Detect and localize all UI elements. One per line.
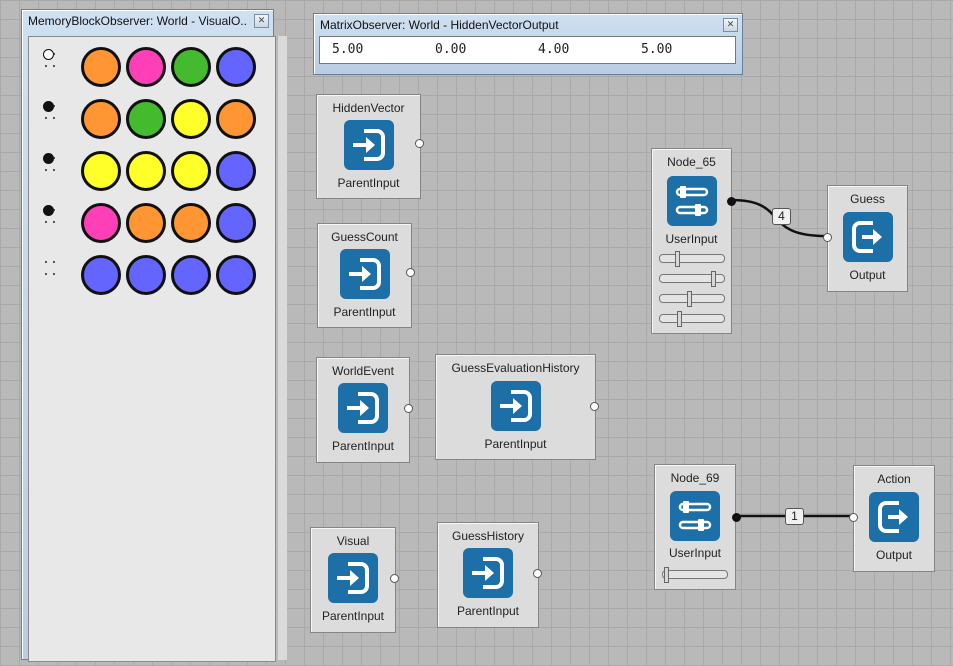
- slider-thumb[interactable]: [711, 271, 716, 287]
- node-name: Guess: [850, 192, 885, 206]
- node-name: WorldEvent: [332, 364, 394, 378]
- node-guess[interactable]: Guess Output: [823, 185, 908, 292]
- output-port[interactable]: [727, 197, 736, 206]
- slider[interactable]: [659, 251, 725, 267]
- node-type: UserInput: [665, 232, 718, 246]
- node-69[interactable]: Node_69 UserInput: [654, 464, 741, 590]
- node-type: ParentInput: [337, 176, 400, 190]
- exit-arrow-icon: [869, 492, 919, 542]
- enter-arrow-icon: [328, 553, 378, 603]
- slider-thumb[interactable]: [677, 311, 682, 327]
- node-type: ParentInput: [333, 305, 396, 319]
- node-name: Node_65: [667, 155, 716, 169]
- node-name: Action: [877, 472, 911, 486]
- node-type: ParentInput: [484, 437, 547, 451]
- enter-arrow-icon: [343, 120, 394, 170]
- node-name: GuessCount: [331, 230, 398, 244]
- slider-thumb[interactable]: [664, 567, 669, 583]
- node-guess-history[interactable]: GuessHistory ParentInput: [437, 522, 542, 628]
- enter-arrow-icon: [339, 249, 390, 299]
- enter-arrow-icon: [338, 383, 388, 433]
- enter-arrow-icon: [463, 548, 513, 598]
- sliders-icon: [666, 176, 717, 226]
- node-guess-evaluation-history[interactable]: GuessEvaluationHistory ParentInput: [435, 354, 599, 460]
- node-65[interactable]: Node_65 UserInput: [651, 148, 736, 334]
- node-type: ParentInput: [456, 604, 520, 618]
- slider[interactable]: [659, 271, 725, 287]
- node-type: Output: [875, 548, 913, 562]
- node-type: ParentInput: [331, 439, 395, 453]
- slider-thumb[interactable]: [687, 291, 692, 307]
- enter-arrow-icon: [490, 381, 541, 431]
- edge-label[interactable]: 1: [785, 508, 804, 525]
- output-port[interactable]: [533, 569, 542, 578]
- output-port[interactable]: [406, 268, 415, 277]
- sliders-icon: [670, 491, 720, 541]
- slider-thumb[interactable]: [675, 251, 680, 267]
- slider[interactable]: [662, 567, 728, 583]
- node-world-event[interactable]: WorldEvent ParentInput: [316, 357, 413, 463]
- output-port[interactable]: [390, 574, 399, 583]
- input-port[interactable]: [849, 513, 858, 522]
- node-hidden-vector[interactable]: HiddenVector ParentInput: [316, 94, 424, 199]
- node-name: Node_69: [670, 471, 720, 485]
- slider[interactable]: [659, 291, 725, 307]
- edge-label[interactable]: 4: [772, 208, 791, 225]
- node-guess-count[interactable]: GuessCount ParentInput: [317, 223, 415, 328]
- node-name: Visual: [336, 534, 370, 548]
- node-type: ParentInput: [321, 609, 385, 623]
- node-name: GuessHistory: [451, 529, 525, 543]
- node-action[interactable]: Action Output: [849, 465, 935, 572]
- node-type: UserInput: [668, 546, 722, 560]
- input-port[interactable]: [823, 233, 832, 242]
- node-name: HiddenVector: [332, 101, 405, 115]
- output-port[interactable]: [590, 402, 599, 411]
- output-port[interactable]: [404, 404, 413, 413]
- output-port[interactable]: [732, 513, 741, 522]
- node-name: GuessEvaluationHistory: [451, 361, 580, 375]
- node-type: Output: [849, 268, 886, 282]
- node-visual[interactable]: Visual ParentInput: [310, 527, 399, 633]
- exit-arrow-icon: [842, 212, 893, 262]
- output-port[interactable]: [415, 139, 424, 148]
- slider[interactable]: [659, 311, 725, 327]
